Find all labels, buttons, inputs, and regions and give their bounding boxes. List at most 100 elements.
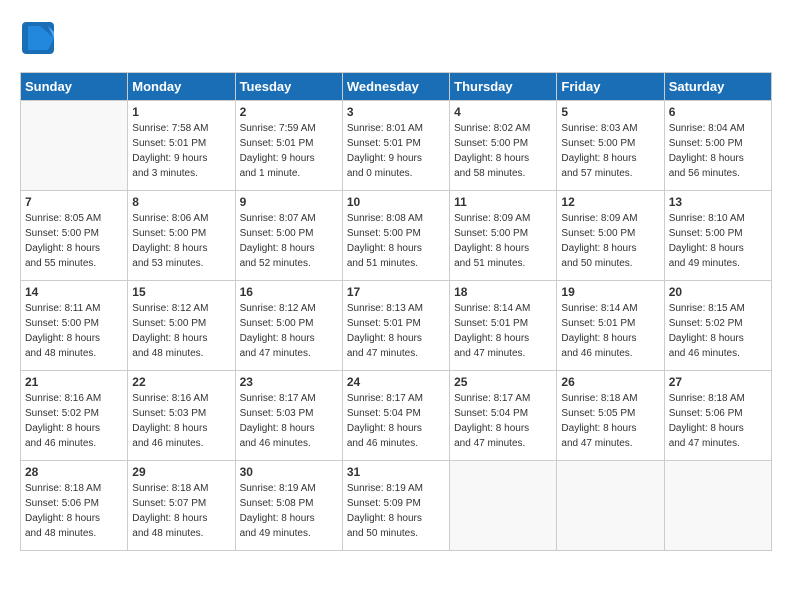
- day-info: Sunrise: 8:13 AM Sunset: 5:01 PM Dayligh…: [347, 301, 445, 361]
- day-info: Sunrise: 8:03 AM Sunset: 5:00 PM Dayligh…: [561, 121, 659, 181]
- week-row-1: 1 Sunrise: 7:58 AM Sunset: 5:01 PM Daylig…: [21, 101, 772, 191]
- day-number: 1: [132, 105, 230, 119]
- day-number: 21: [25, 375, 123, 389]
- week-row-5: 28Sunrise: 8:18 AM Sunset: 5:06 PM Dayli…: [21, 461, 772, 551]
- weekday-header-wednesday: Wednesday: [342, 73, 449, 101]
- day-number: 19: [561, 285, 659, 299]
- day-cell: 28Sunrise: 8:18 AM Sunset: 5:06 PM Dayli…: [21, 461, 128, 551]
- day-number: 2: [240, 105, 338, 119]
- day-cell: 23 Sunrise: 8:17 AM Sunset: 5:03 PM Dayli…: [235, 371, 342, 461]
- logo: [20, 20, 60, 56]
- day-cell: 11Sunrise: 8:09 AM Sunset: 5:00 PM Dayli…: [450, 191, 557, 281]
- day-cell: 4 Sunrise: 8:02 AM Sunset: 5:00 PM Daylig…: [450, 101, 557, 191]
- day-info: Sunrise: 8:01 AM Sunset: 5:01 PM Dayligh…: [347, 121, 445, 181]
- weekday-header-friday: Friday: [557, 73, 664, 101]
- week-row-3: 14 Sunrise: 8:11 AM Sunset: 5:00 PM Dayli…: [21, 281, 772, 371]
- day-cell: 12 Sunrise: 8:09 AM Sunset: 5:00 PM Dayli…: [557, 191, 664, 281]
- day-cell: 7 Sunrise: 8:05 AM Sunset: 5:00 PM Daylig…: [21, 191, 128, 281]
- day-cell: 16 Sunrise: 8:12 AM Sunset: 5:00 PM Dayli…: [235, 281, 342, 371]
- day-info: Sunrise: 7:59 AM Sunset: 5:01 PM Dayligh…: [240, 121, 338, 181]
- day-number: 9: [240, 195, 338, 209]
- day-cell: 14 Sunrise: 8:11 AM Sunset: 5:00 PM Dayli…: [21, 281, 128, 371]
- weekday-header-thursday: Thursday: [450, 73, 557, 101]
- day-number: 5: [561, 105, 659, 119]
- day-number: 15: [132, 285, 230, 299]
- day-cell: 25 Sunrise: 8:17 AM Sunset: 5:04 PM Dayli…: [450, 371, 557, 461]
- day-number: 4: [454, 105, 552, 119]
- day-info: Sunrise: 8:02 AM Sunset: 5:00 PM Dayligh…: [454, 121, 552, 181]
- day-number: 10: [347, 195, 445, 209]
- weekday-header-monday: Monday: [128, 73, 235, 101]
- day-info: Sunrise: 8:14 AM Sunset: 5:01 PM Dayligh…: [561, 301, 659, 361]
- day-number: 7: [25, 195, 123, 209]
- day-number: 27: [669, 375, 767, 389]
- day-number: 31: [347, 465, 445, 479]
- day-info: Sunrise: 8:09 AM Sunset: 5:00 PM Dayligh…: [561, 211, 659, 271]
- day-info: Sunrise: 8:05 AM Sunset: 5:00 PM Dayligh…: [25, 211, 123, 271]
- day-cell: 2 Sunrise: 7:59 AM Sunset: 5:01 PM Daylig…: [235, 101, 342, 191]
- day-number: 23: [240, 375, 338, 389]
- day-cell: [664, 461, 771, 551]
- day-info: Sunrise: 8:06 AM Sunset: 5:00 PM Dayligh…: [132, 211, 230, 271]
- day-cell: 22 Sunrise: 8:16 AM Sunset: 5:03 PM Dayli…: [128, 371, 235, 461]
- day-number: 8: [132, 195, 230, 209]
- day-info: Sunrise: 8:17 AM Sunset: 5:04 PM Dayligh…: [347, 391, 445, 451]
- day-info: Sunrise: 8:16 AM Sunset: 5:03 PM Dayligh…: [132, 391, 230, 451]
- day-info: Sunrise: 8:12 AM Sunset: 5:00 PM Dayligh…: [240, 301, 338, 361]
- day-number: 18: [454, 285, 552, 299]
- weekday-header-row: SundayMondayTuesdayWednesdayThursdayFrid…: [21, 73, 772, 101]
- weekday-header-tuesday: Tuesday: [235, 73, 342, 101]
- day-cell: 1 Sunrise: 7:58 AM Sunset: 5:01 PM Daylig…: [128, 101, 235, 191]
- day-info: Sunrise: 8:11 AM Sunset: 5:00 PM Dayligh…: [25, 301, 123, 361]
- day-cell: 30 Sunrise: 8:19 AM Sunset: 5:08 PM Dayli…: [235, 461, 342, 551]
- week-row-2: 7 Sunrise: 8:05 AM Sunset: 5:00 PM Daylig…: [21, 191, 772, 281]
- day-cell: 20 Sunrise: 8:15 AM Sunset: 5:02 PM Dayli…: [664, 281, 771, 371]
- day-number: 14: [25, 285, 123, 299]
- day-info: Sunrise: 8:15 AM Sunset: 5:02 PM Dayligh…: [669, 301, 767, 361]
- day-number: 30: [240, 465, 338, 479]
- day-info: Sunrise: 8:18 AM Sunset: 5:06 PM Dayligh…: [669, 391, 767, 451]
- day-cell: 6 Sunrise: 8:04 AM Sunset: 5:00 PM Daylig…: [664, 101, 771, 191]
- day-cell: 13Sunrise: 8:10 AM Sunset: 5:00 PM Dayli…: [664, 191, 771, 281]
- day-number: 17: [347, 285, 445, 299]
- day-number: 6: [669, 105, 767, 119]
- day-info: Sunrise: 7:58 AM Sunset: 5:01 PM Dayligh…: [132, 121, 230, 181]
- day-number: 28: [25, 465, 123, 479]
- day-number: 25: [454, 375, 552, 389]
- day-info: Sunrise: 8:04 AM Sunset: 5:00 PM Dayligh…: [669, 121, 767, 181]
- calendar-table: SundayMondayTuesdayWednesdayThursdayFrid…: [20, 72, 772, 551]
- day-info: Sunrise: 8:17 AM Sunset: 5:03 PM Dayligh…: [240, 391, 338, 451]
- day-info: Sunrise: 8:12 AM Sunset: 5:00 PM Dayligh…: [132, 301, 230, 361]
- week-row-4: 21 Sunrise: 8:16 AM Sunset: 5:02 PM Dayli…: [21, 371, 772, 461]
- day-cell: 24 Sunrise: 8:17 AM Sunset: 5:04 PM Dayli…: [342, 371, 449, 461]
- day-cell: [21, 101, 128, 191]
- day-number: 29: [132, 465, 230, 479]
- day-number: 22: [132, 375, 230, 389]
- day-info: Sunrise: 8:09 AM Sunset: 5:00 PM Dayligh…: [454, 211, 552, 271]
- day-number: 12: [561, 195, 659, 209]
- day-info: Sunrise: 8:17 AM Sunset: 5:04 PM Dayligh…: [454, 391, 552, 451]
- day-cell: 5 Sunrise: 8:03 AM Sunset: 5:00 PM Daylig…: [557, 101, 664, 191]
- day-info: Sunrise: 8:19 AM Sunset: 5:08 PM Dayligh…: [240, 481, 338, 541]
- day-cell: 8 Sunrise: 8:06 AM Sunset: 5:00 PM Daylig…: [128, 191, 235, 281]
- day-info: Sunrise: 8:08 AM Sunset: 5:00 PM Dayligh…: [347, 211, 445, 271]
- page-header: [20, 20, 772, 56]
- day-cell: 27 Sunrise: 8:18 AM Sunset: 5:06 PM Dayli…: [664, 371, 771, 461]
- day-cell: 3Sunrise: 8:01 AM Sunset: 5:01 PM Daylig…: [342, 101, 449, 191]
- day-cell: 19 Sunrise: 8:14 AM Sunset: 5:01 PM Dayli…: [557, 281, 664, 371]
- day-cell: 21 Sunrise: 8:16 AM Sunset: 5:02 PM Dayli…: [21, 371, 128, 461]
- day-number: 20: [669, 285, 767, 299]
- day-cell: [450, 461, 557, 551]
- day-cell: 31 Sunrise: 8:19 AM Sunset: 5:09 PM Dayli…: [342, 461, 449, 551]
- day-info: Sunrise: 8:10 AM Sunset: 5:00 PM Dayligh…: [669, 211, 767, 271]
- day-cell: 10 Sunrise: 8:08 AM Sunset: 5:00 PM Dayli…: [342, 191, 449, 281]
- logo-icon: [20, 20, 56, 56]
- day-number: 24: [347, 375, 445, 389]
- day-number: 16: [240, 285, 338, 299]
- day-info: Sunrise: 8:16 AM Sunset: 5:02 PM Dayligh…: [25, 391, 123, 451]
- day-cell: 17 Sunrise: 8:13 AM Sunset: 5:01 PM Dayli…: [342, 281, 449, 371]
- day-cell: [557, 461, 664, 551]
- day-cell: 15 Sunrise: 8:12 AM Sunset: 5:00 PM Dayli…: [128, 281, 235, 371]
- day-info: Sunrise: 8:19 AM Sunset: 5:09 PM Dayligh…: [347, 481, 445, 541]
- weekday-header-sunday: Sunday: [21, 73, 128, 101]
